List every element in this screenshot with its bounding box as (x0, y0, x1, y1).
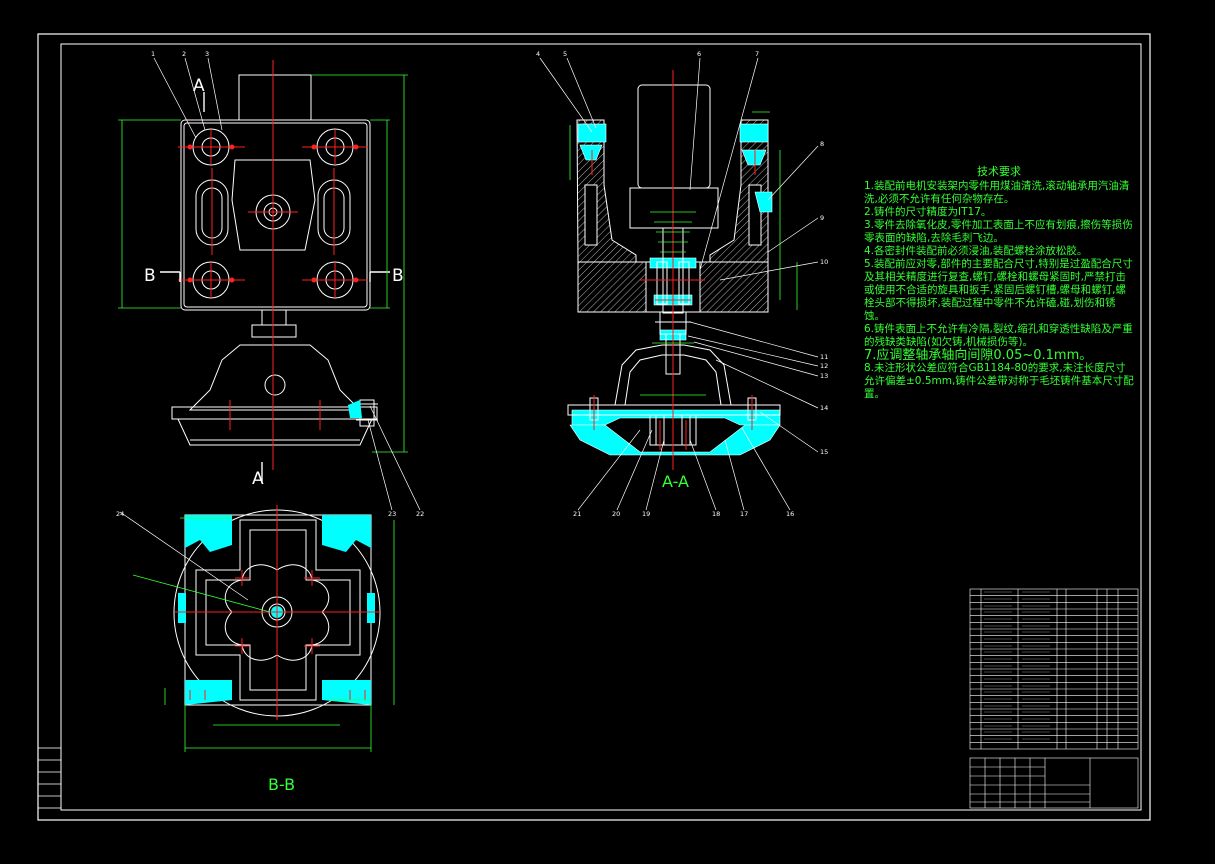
bb-section-dimensions (132, 517, 395, 752)
tech-req-item: 4.各密封件装配前必须浸油,装配螺栓涂放松胶。 (864, 245, 1088, 257)
front-view-cyan-nut (348, 400, 362, 418)
tech-req-item: 7.应调整轴承轴向间隙0.05~0.1mm。 (864, 348, 1093, 363)
part-label: 16 (786, 510, 794, 518)
tech-req-item: 3.零件去除氧化皮,零件加工表面上不应有划痕,擦伤等损伤零表面的缺陷,去除毛刺飞… (864, 219, 1133, 244)
tech-req-item: 8.未注形状公差应符合GB1184-80的要求,未注长度尺寸允许偏差±0.5mm… (864, 362, 1134, 400)
section-mark-letters: A A B B (144, 76, 404, 489)
tech-req-item: 5.装配前应对零,部件的主要配合尺寸,特别是过盈配合尺寸及其相关精度进行复查,螺… (864, 258, 1133, 322)
part-label: 8 (820, 140, 824, 148)
technical-requirements-title: 技术要求 (977, 165, 1021, 178)
section-mark-a-bottom: A (252, 469, 264, 489)
front-view-dimensions (118, 74, 408, 453)
part-label: 24 (116, 510, 124, 518)
left-stamp-box (37, 747, 62, 809)
front-view-centerlines (178, 60, 368, 470)
technical-requirements: 技术要求 1.装配前电机安装架内零件用煤油清洗,滚动轴承用汽油清洗,必须不允许有… (864, 165, 1134, 401)
aa-section-motor (629, 84, 719, 229)
part-label: 12 (820, 362, 828, 370)
part-label: 2 (182, 50, 186, 58)
tech-req-item: 2.铸件的尺寸精度为IT17。 (864, 206, 992, 218)
part-label: 17 (740, 510, 748, 518)
bom-table-faint-text (984, 591, 1050, 740)
part-label: 3 (205, 50, 209, 58)
section-mark-b-left: B (144, 266, 156, 286)
tech-req-item: 1.装配前电机安装架内零件用煤油清洗,滚动轴承用汽油清洗,必须不允许有任何杂物存… (864, 180, 1130, 205)
part-label: 19 (642, 510, 650, 518)
part-label: 7 (755, 50, 759, 58)
bom-table (969, 588, 1139, 750)
part-label: 10 (820, 258, 828, 266)
part-label: 5 (563, 50, 567, 58)
tech-req-item: 6.铸件表面上不允许有冷隔,裂纹,缩孔和穿透性缺陷及严重的残缺类缺陷(如欠铸,机… (864, 323, 1133, 348)
section-mark-a-top: A (193, 76, 205, 96)
part-label: 4 (536, 50, 540, 58)
part-label: 21 (573, 510, 581, 518)
section-title-bb: B-B (268, 775, 295, 794)
part-label: 20 (612, 510, 620, 518)
cad-drawing-canvas[interactable]: 1 2 3 4 5 6 7 8 9 10 11 12 13 14 15 16 1… (0, 0, 1215, 864)
section-mark-b-right: B (392, 266, 404, 286)
section-line-aa (203, 92, 263, 482)
part-label: 18 (712, 510, 720, 518)
part-label: 23 (388, 510, 396, 518)
part-label: 13 (820, 372, 828, 380)
title-block (969, 757, 1139, 809)
section-title-aa: A-A (662, 472, 689, 491)
part-label: 1 (151, 50, 155, 58)
part-label: 15 (820, 448, 828, 456)
part-label: 22 (416, 510, 424, 518)
front-view (171, 74, 378, 446)
part-label: 11 (820, 353, 828, 361)
part-label: 6 (697, 50, 701, 58)
part-label: 14 (820, 404, 828, 412)
part-label: 9 (820, 214, 824, 222)
